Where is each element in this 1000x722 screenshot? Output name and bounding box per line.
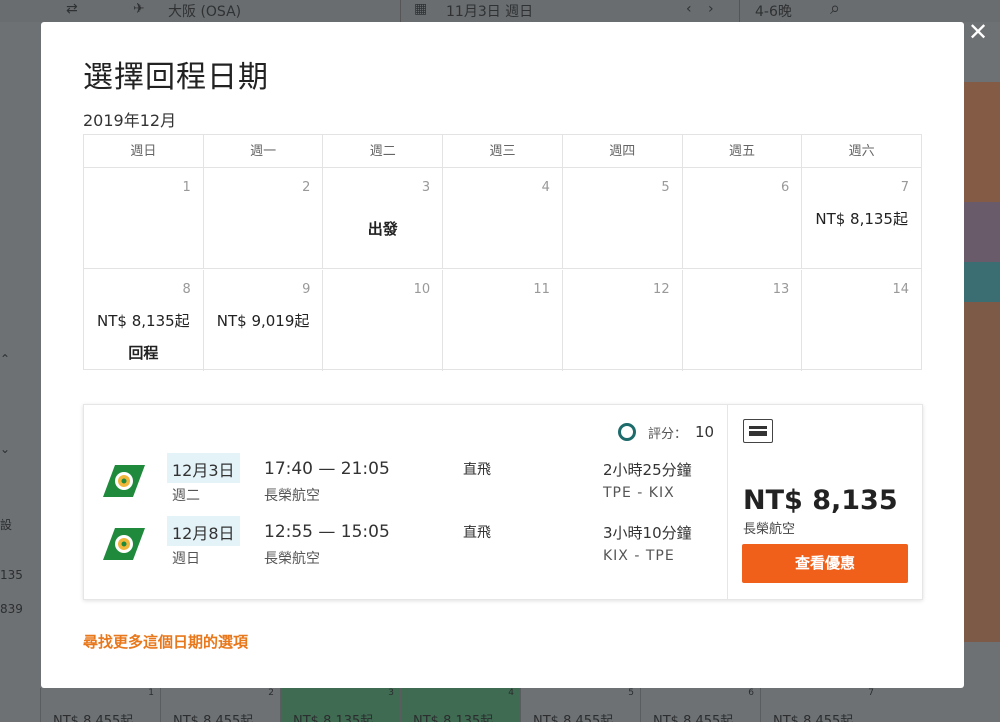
divider [739, 0, 740, 22]
day-price: NT$ 8,135起 [97, 312, 190, 330]
close-modal-button[interactable]: ✕ [966, 20, 990, 44]
price-cell[interactable]: 5 NT$ 8,455起 [520, 688, 640, 722]
weekday-label: 週五 [683, 135, 803, 167]
leg-stops: 直飛 [463, 525, 491, 541]
prev-date-button[interactable]: ‹ [686, 1, 692, 17]
flight-leg-outbound: 12月3日 週二 17:40 — 21:05 長榮航空 直飛 2小時25分鐘 T… [84, 453, 724, 507]
month-label: 2019年12月 [83, 111, 177, 130]
price-cell[interactable]: 4 NT$ 8,135起 [400, 688, 520, 722]
weekday-label: 週一 [204, 135, 324, 167]
calendar-weekday-header: 週日 週一 週二 週三 週四 週五 週六 [84, 135, 921, 168]
day-price: NT$ 9,019起 [216, 312, 310, 330]
calendar-day[interactable]: 10 [323, 270, 444, 371]
chevron-up-icon: ⌃ [0, 352, 11, 366]
leg-times: 12:55 — 15:05 [264, 522, 390, 542]
day-price: NT$ 8,135起 [815, 210, 908, 228]
credit-card-icon [743, 419, 773, 443]
calendar-day[interactable]: 2 [204, 168, 324, 268]
stay-duration-field[interactable]: 4-6晚 [755, 1, 792, 21]
airline-logo-icon [103, 528, 145, 560]
weekday-label: 週二 [323, 135, 444, 167]
leg-times: 17:40 — 21:05 [264, 459, 390, 479]
airline-logo-icon [103, 465, 145, 497]
return-date-modal: 選擇回程日期 2019年12月 週日 週一 週二 週三 週四 週五 週六 1 2… [41, 22, 964, 688]
score-value: 10 [695, 423, 715, 441]
more-options-link[interactable]: 尋找更多這個日期的選項 [83, 631, 248, 652]
return-tag: 回程 [128, 344, 159, 362]
search-icon[interactable]: ⌕ [830, 0, 840, 19]
leg-airline: 長榮航空 [264, 488, 320, 504]
flight-result-card: 評分： 10 12月3日 週二 17:40 — 21:05 長榮航空 直飛 2小… [83, 404, 923, 600]
calendar-day[interactable]: 6 [683, 168, 803, 268]
calendar-icon: ▦ [414, 1, 428, 17]
chevron-icon: ⌄ [0, 442, 11, 456]
background-ad-banner [963, 82, 1000, 642]
calendar-day[interactable]: 11 [443, 270, 563, 371]
calendar-day[interactable]: 4 [443, 168, 563, 268]
leg-date: 12月8日 [167, 516, 240, 546]
score-label: 評分： [648, 426, 688, 442]
calendar-week-row: 8 NT$ 8,135起 回程 9 NT$ 9,019起 10 11 12 13 14 [84, 270, 921, 371]
leg-weekday: 週日 [172, 551, 200, 567]
divider [400, 0, 401, 22]
leg-route: TPE - KIX [603, 485, 675, 501]
leg-weekday: 週二 [172, 488, 200, 504]
divider [727, 405, 728, 599]
flight-leg-return: 12月8日 週日 12:55 — 15:05 長榮航空 直飛 3小時10分鐘 K… [84, 516, 724, 570]
calendar-day[interactable]: 14 [802, 270, 921, 371]
departure-tag: 出發 [367, 220, 398, 238]
calendar-day[interactable]: 7 NT$ 8,135起 [802, 168, 921, 268]
calendar-day[interactable]: 12 [563, 270, 683, 371]
score: 評分： 10 [618, 422, 714, 442]
leg-stops: 直飛 [463, 462, 491, 478]
calendar-day[interactable]: 13 [683, 270, 803, 371]
weekday-label: 週日 [84, 135, 204, 167]
calendar-week-row: 1 2 3 出發 4 5 6 7 NT$ 8,135起 [84, 168, 921, 269]
date-field[interactable]: 11月3日 週日 [446, 1, 533, 21]
calendar: 週日 週一 週二 週三 週四 週五 週六 1 2 3 出發 4 5 6 7 NT$ … [83, 134, 922, 371]
destination-field[interactable]: 大阪 (OSA) [168, 1, 241, 21]
next-date-button[interactable]: › [708, 1, 714, 17]
price-cell[interactable]: 7 NT$ 8,455起 [760, 688, 880, 722]
weekday-label: 週六 [848, 144, 875, 159]
left-fragment: 135 [0, 568, 23, 582]
view-deal-button[interactable]: 查看優惠 [742, 544, 908, 583]
calendar-day[interactable]: 9 NT$ 9,019起 [204, 270, 324, 371]
weekday-label: 週四 [563, 135, 683, 167]
swap-icon[interactable]: ⇄ [66, 1, 78, 17]
calendar-day-departure[interactable]: 3 出發 [323, 168, 444, 268]
price-cell[interactable]: 3 NT$ 8,135起 [280, 688, 400, 722]
search-bar: ⇄ ✈ 大阪 (OSA) ▦ 11月3日 週日 ‹ › 4-6晚 ⌕ [0, 0, 1000, 22]
calendar-day[interactable]: 1 [84, 168, 204, 268]
weekday-label: 週三 [443, 135, 563, 167]
leg-route: KIX - TPE [603, 548, 675, 564]
score-ring-icon [618, 423, 636, 441]
calendar-day-return[interactable]: 8 NT$ 8,135起 回程 [84, 270, 204, 371]
leg-duration: 3小時10分鐘 [603, 524, 692, 542]
total-price: NT$ 8,135 [743, 485, 898, 516]
leg-airline: 長榮航空 [264, 551, 320, 567]
left-fragment: 設 [0, 518, 13, 532]
left-fragment: 839 [0, 602, 23, 616]
modal-title: 選擇回程日期 [83, 60, 269, 95]
calendar-day[interactable]: 5 [563, 168, 683, 268]
background-left-panel: ⌃ ⌄ 設 135 839 [0, 82, 40, 642]
plane-icon: ✈ [133, 1, 145, 17]
price-cell[interactable]: 2 NT$ 8,455起 [160, 688, 280, 722]
price-cell[interactable]: 6 NT$ 8,455起 [640, 688, 760, 722]
leg-date: 12月3日 [167, 453, 240, 483]
price-cell[interactable]: 1 NT$ 8,455起 [40, 688, 160, 722]
price-airline: 長榮航空 [743, 522, 796, 537]
background-price-strip: 1 NT$ 8,455起 2 NT$ 8,455起 3 NT$ 8,135起 4 NT$… [40, 688, 900, 722]
leg-duration: 2小時25分鐘 [603, 461, 692, 479]
